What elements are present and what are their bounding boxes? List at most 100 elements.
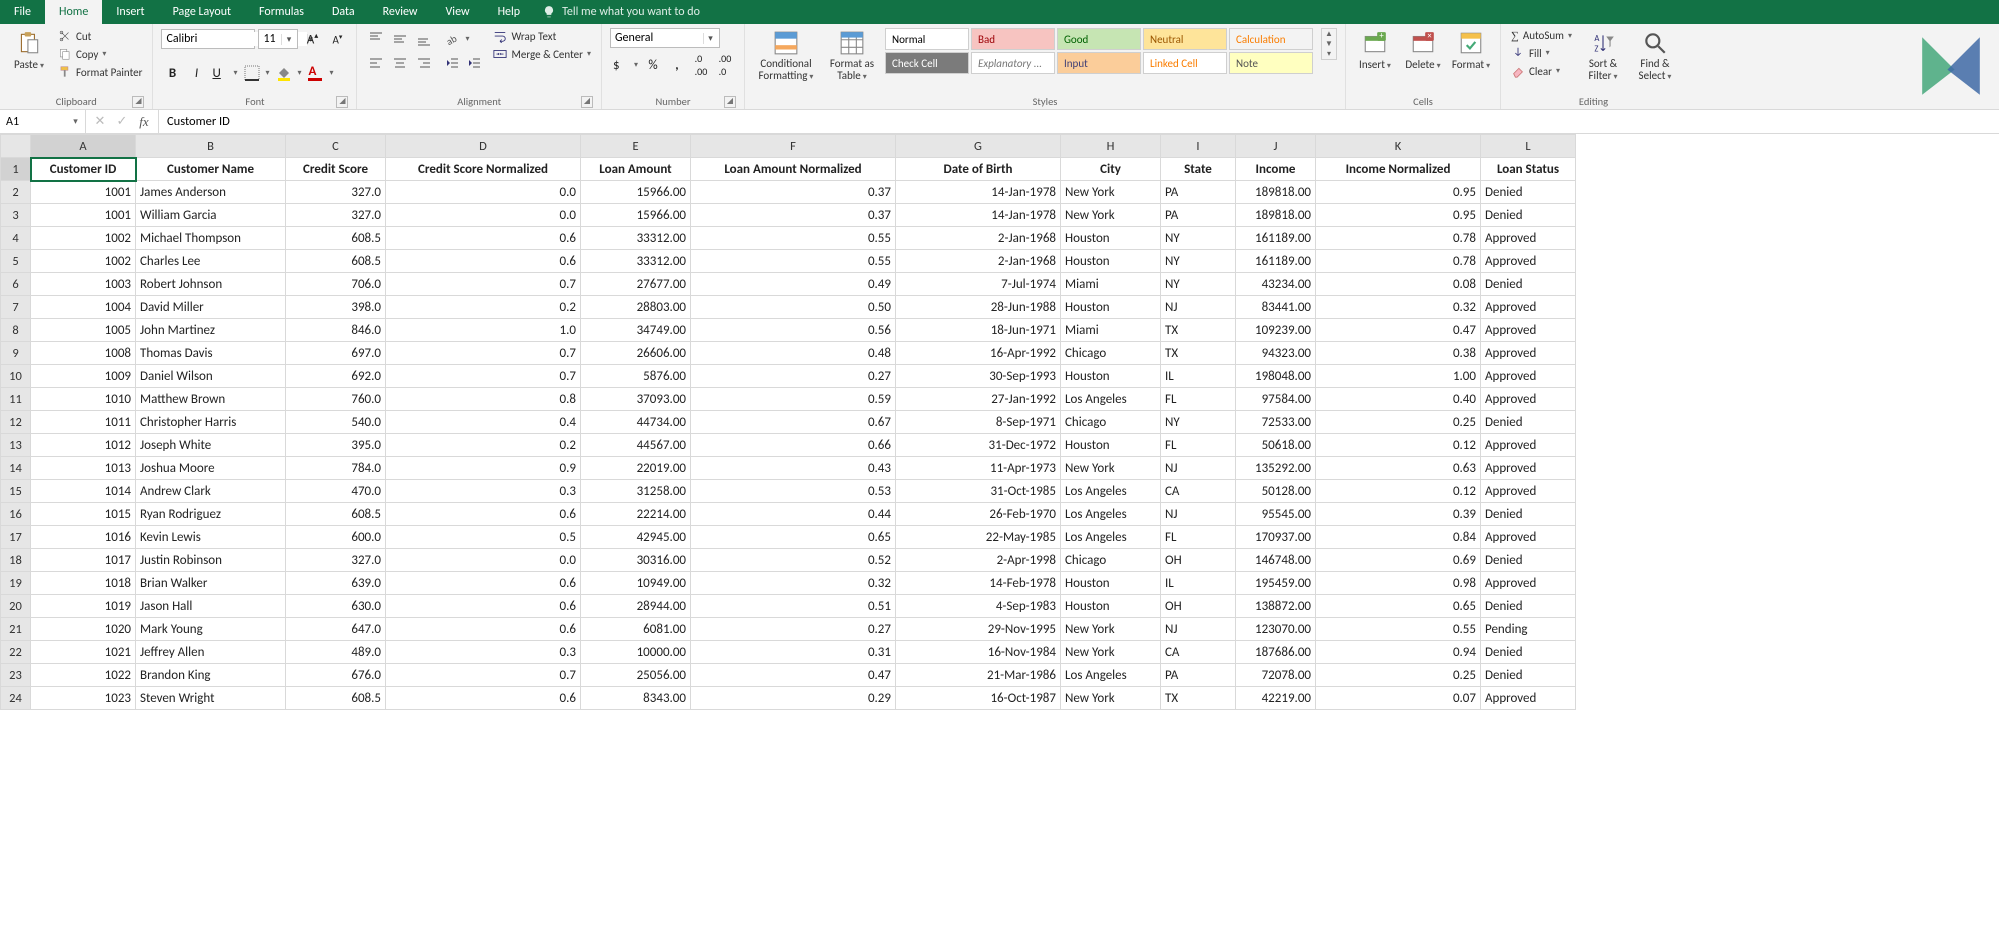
cell[interactable]: Kevin Lewis (136, 526, 286, 549)
cell[interactable]: Ryan Rodriguez (136, 503, 286, 526)
cell[interactable]: 10949.00 (581, 572, 691, 595)
cell[interactable]: Daniel Wilson (136, 365, 286, 388)
cell[interactable]: Jeffrey Allen (136, 641, 286, 664)
row-header-5[interactable]: 5 (1, 250, 31, 273)
format-painter-button[interactable]: Format Painter (56, 64, 144, 80)
cell[interactable]: 0.2 (386, 296, 581, 319)
cell[interactable]: Approved (1481, 572, 1576, 595)
cell[interactable]: 16-Apr-1992 (896, 342, 1061, 365)
cell[interactable]: Jason Hall (136, 595, 286, 618)
cell[interactable]: 0.27 (691, 618, 896, 641)
cell[interactable]: 1004 (31, 296, 136, 319)
cell[interactable]: 7-Jul-1974 (896, 273, 1061, 296)
decrease-decimal-button[interactable]: .00.0 (714, 54, 736, 76)
cell[interactable]: 30316.00 (581, 549, 691, 572)
cell[interactable]: 1013 (31, 457, 136, 480)
cell[interactable]: 50618.00 (1236, 434, 1316, 457)
cell[interactable]: 146748.00 (1236, 549, 1316, 572)
cell[interactable]: 0.29 (691, 687, 896, 710)
cell[interactable]: 1001 (31, 204, 136, 227)
col-header-B[interactable]: B (136, 135, 286, 158)
cell[interactable]: 0.52 (691, 549, 896, 572)
cell[interactable]: 2-Jan-1968 (896, 250, 1061, 273)
cell[interactable]: 1015 (31, 503, 136, 526)
cell[interactable]: 14-Feb-1978 (896, 572, 1061, 595)
align-center-button[interactable] (389, 52, 411, 74)
cell[interactable]: NY (1161, 411, 1236, 434)
cell[interactable]: Approved (1481, 687, 1576, 710)
cell[interactable]: 26606.00 (581, 342, 691, 365)
cell[interactable]: 0.56 (691, 319, 896, 342)
spreadsheet-grid[interactable]: ABCDEFGHIJKL1Customer IDCustomer NameCre… (0, 134, 1576, 710)
cell[interactable]: Chicago (1061, 411, 1161, 434)
cell[interactable]: IL (1161, 365, 1236, 388)
copy-button[interactable]: Copy ▾ (56, 46, 144, 62)
row-header-13[interactable]: 13 (1, 434, 31, 457)
cell[interactable]: 15966.00 (581, 181, 691, 204)
formula-cancel-button[interactable]: ✕ (90, 114, 110, 129)
cell[interactable]: 31-Dec-1972 (896, 434, 1061, 457)
cell[interactable]: Joshua Moore (136, 457, 286, 480)
cell[interactable]: 0.4 (386, 411, 581, 434)
align-middle-button[interactable] (389, 28, 411, 50)
col-header-K[interactable]: K (1316, 135, 1481, 158)
cell[interactable]: 1005 (31, 319, 136, 342)
cell[interactable]: NY (1161, 250, 1236, 273)
cell[interactable]: 138872.00 (1236, 595, 1316, 618)
row-header-23[interactable]: 23 (1, 664, 31, 687)
gallery-scroll-up-button[interactable]: ▲ (1325, 29, 1333, 39)
cell[interactable]: 72078.00 (1236, 664, 1316, 687)
cell[interactable]: John Martinez (136, 319, 286, 342)
cell[interactable]: Charles Lee (136, 250, 286, 273)
cell[interactable]: James Anderson (136, 181, 286, 204)
row-header-21[interactable]: 21 (1, 618, 31, 641)
cell[interactable]: 50128.00 (1236, 480, 1316, 503)
cell[interactable]: Approved (1481, 227, 1576, 250)
cell[interactable]: 30-Sep-1993 (896, 365, 1061, 388)
tab-home[interactable]: Home (45, 0, 102, 24)
cell[interactable]: 0.47 (691, 664, 896, 687)
cell[interactable]: Houston (1061, 434, 1161, 457)
cell[interactable]: 1010 (31, 388, 136, 411)
font-size-input[interactable] (259, 32, 281, 46)
wrap-text-button[interactable]: Wrap Text (491, 28, 593, 44)
cell[interactable]: 25056.00 (581, 664, 691, 687)
cell[interactable]: Houston (1061, 296, 1161, 319)
cell[interactable]: Approved (1481, 388, 1576, 411)
cell[interactable]: 0.8 (386, 388, 581, 411)
cell[interactable]: NJ (1161, 457, 1236, 480)
cell-style-input[interactable]: Input (1057, 52, 1141, 74)
col-header-F[interactable]: F (691, 135, 896, 158)
cell[interactable]: 0.9 (386, 457, 581, 480)
cell[interactable]: Andrew Clark (136, 480, 286, 503)
cell[interactable]: Approved (1481, 526, 1576, 549)
cell[interactable]: 0.47 (1316, 319, 1481, 342)
cell[interactable]: 0.2 (386, 434, 581, 457)
merge-center-button[interactable]: Merge & Center ▾ (491, 46, 593, 62)
cut-button[interactable]: Cut (56, 28, 144, 44)
row-header-16[interactable]: 16 (1, 503, 31, 526)
cell[interactable]: 44734.00 (581, 411, 691, 434)
cell[interactable]: Credit Score Normalized (386, 158, 581, 181)
cell[interactable]: 18-Jun-1971 (896, 319, 1061, 342)
cell[interactable]: 0.59 (691, 388, 896, 411)
cell[interactable]: 0.6 (386, 595, 581, 618)
cell[interactable]: 83441.00 (1236, 296, 1316, 319)
cell[interactable]: Chicago (1061, 549, 1161, 572)
cell[interactable]: 0.84 (1316, 526, 1481, 549)
cell[interactable]: Houston (1061, 250, 1161, 273)
row-header-6[interactable]: 6 (1, 273, 31, 296)
cell[interactable]: 608.5 (286, 250, 386, 273)
delete-cells-button[interactable]: ×Delete (1402, 28, 1444, 71)
align-bottom-button[interactable] (413, 28, 435, 50)
col-header-C[interactable]: C (286, 135, 386, 158)
cell[interactable]: 44567.00 (581, 434, 691, 457)
cell[interactable]: New York (1061, 204, 1161, 227)
paste-button[interactable]: Paste (8, 28, 50, 71)
col-header-G[interactable]: G (896, 135, 1061, 158)
cell[interactable]: 0.65 (691, 526, 896, 549)
chevron-down-icon[interactable]: ▾ (281, 34, 295, 45)
cell[interactable]: 0.32 (691, 572, 896, 595)
cell[interactable]: NY (1161, 273, 1236, 296)
cell[interactable]: 1017 (31, 549, 136, 572)
